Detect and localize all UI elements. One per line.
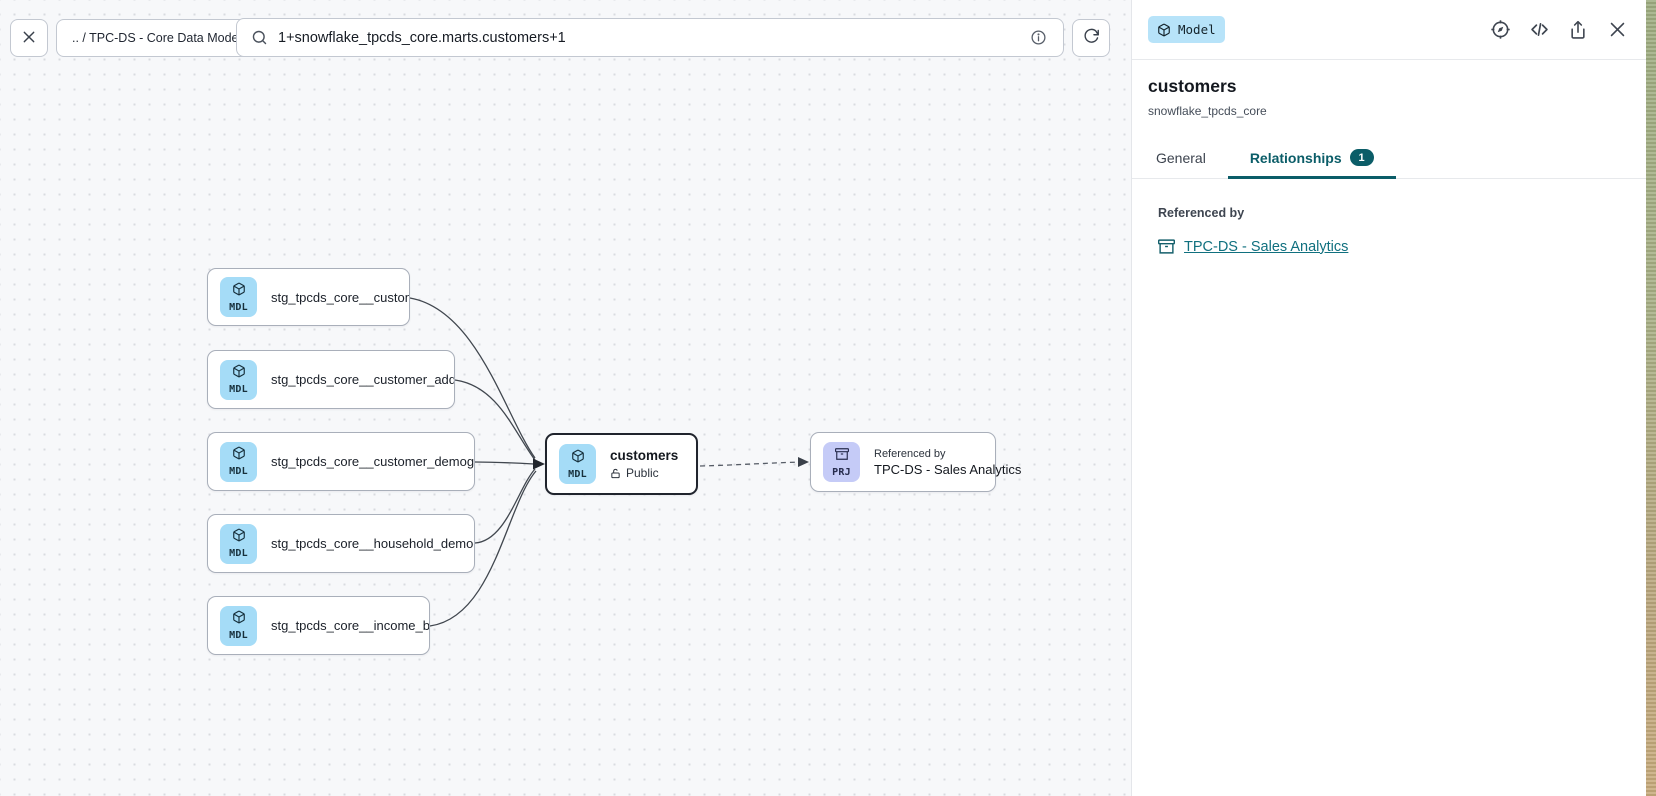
node-stg-tpcds-core-household-demographics[interactable]: MDL stg_tpcds_core__household_demogr… — [207, 514, 475, 573]
share-icon — [1568, 20, 1588, 40]
model-chip: MDL — [220, 360, 257, 400]
compass-explore-icon — [1490, 19, 1511, 40]
model-chip: MDL — [559, 444, 596, 484]
close-panel-button[interactable] — [1606, 19, 1628, 41]
cube-icon — [232, 610, 246, 629]
project-archive-icon — [835, 447, 849, 466]
tab-general[interactable]: General — [1134, 137, 1228, 178]
model-chip: MDL — [220, 606, 257, 646]
referenced-by-project-link[interactable]: TPC-DS - Sales Analytics — [1184, 239, 1348, 255]
cube-icon — [571, 449, 585, 468]
breadcrumb-label: .. / TPC-DS - Core Data Models — [72, 31, 248, 45]
node-label: stg_tpcds_core__household_demogr… — [271, 536, 474, 551]
page-title: customers — [1148, 76, 1630, 97]
close-icon — [1608, 20, 1627, 39]
unlock-icon — [610, 468, 621, 479]
info-icon[interactable] — [1027, 27, 1049, 49]
model-chip-label: MDL — [229, 384, 248, 395]
panel-tabs: General Relationships 1 — [1132, 137, 1646, 179]
access-row: Public — [610, 466, 678, 480]
node-label: stg_tpcds_core__customer_demogra… — [271, 454, 474, 469]
code-icon — [1529, 19, 1550, 40]
panel-header: Model — [1132, 0, 1646, 60]
refresh-icon — [1083, 28, 1100, 48]
model-chip-label: MDL — [229, 630, 248, 641]
model-chip-label: MDL — [229, 548, 248, 559]
model-chip-label: MDL — [229, 466, 248, 477]
node-label: stg_tpcds_core__customer — [271, 290, 409, 305]
close-lineage-button[interactable] — [10, 19, 48, 57]
access-label: Public — [626, 466, 659, 480]
lineage-search — [236, 18, 1064, 57]
referenced-by-section: Referenced by TPC-DS - Sales Analytics — [1132, 179, 1646, 255]
model-chip: MDL — [220, 524, 257, 564]
tab-relationships-label: Relationships — [1250, 150, 1342, 166]
lineage-canvas[interactable]: .. / TPC-DS - Core Data Models MDL stg_t… — [0, 0, 1131, 796]
edge-customer-demographics — [475, 462, 534, 464]
project-chip: PRJ — [823, 442, 860, 482]
node-label: customers — [610, 448, 678, 463]
project-archive-icon — [1158, 238, 1175, 255]
model-type-badge: Model — [1148, 16, 1225, 43]
node-body: customers Public — [610, 448, 678, 480]
node-stg-tpcds-core-customer-demographics[interactable]: MDL stg_tpcds_core__customer_demogra… — [207, 432, 475, 491]
model-chip-label: MDL — [568, 469, 587, 480]
tab-general-label: General — [1156, 150, 1206, 166]
node-body: Referenced by TPC-DS - Sales Analytics — [874, 448, 1021, 477]
cube-icon — [232, 446, 246, 465]
edge-downstream-dashed — [700, 462, 802, 466]
panel-titlebox: customers snowflake_tpcds_core — [1132, 60, 1646, 118]
view-code-button[interactable] — [1528, 19, 1550, 41]
tab-relationships[interactable]: Relationships 1 — [1228, 137, 1396, 178]
close-icon — [21, 29, 37, 48]
referenced-by-label: Referenced by — [1158, 206, 1630, 220]
model-chip-label: MDL — [229, 302, 248, 313]
node-label: stg_tpcds_core__income_band — [271, 618, 429, 633]
node-project-tpcds-sales-analytics[interactable]: PRJ Referenced by TPC-DS - Sales Analyti… — [810, 432, 996, 492]
cube-icon — [232, 282, 246, 301]
lineage-edges — [0, 0, 1131, 796]
referenced-by-item: TPC-DS - Sales Analytics — [1158, 238, 1630, 255]
relationships-count-badge: 1 — [1350, 149, 1374, 166]
desktop-wallpaper-edge — [1646, 0, 1656, 796]
cube-icon — [1157, 23, 1171, 37]
model-chip: MDL — [220, 277, 257, 317]
refresh-lineage-button[interactable] — [1072, 19, 1110, 57]
node-label: stg_tpcds_core__customer_address — [271, 372, 454, 387]
model-chip: MDL — [220, 442, 257, 482]
node-stg-tpcds-core-customer[interactable]: MDL stg_tpcds_core__customer — [207, 268, 410, 326]
cube-icon — [232, 364, 246, 383]
cube-icon — [232, 528, 246, 547]
panel-header-actions — [1489, 19, 1628, 41]
model-type-badge-label: Model — [1178, 22, 1216, 37]
search-icon — [251, 29, 268, 46]
node-stg-tpcds-core-income-band[interactable]: MDL stg_tpcds_core__income_band — [207, 596, 430, 655]
details-panel: Model customers snowflake_tpcds_core Gen… — [1131, 0, 1646, 796]
breadcrumb[interactable]: .. / TPC-DS - Core Data Models — [56, 19, 264, 57]
edge-household-demographics — [475, 469, 535, 543]
package-name: snowflake_tpcds_core — [1148, 104, 1630, 118]
node-stg-tpcds-core-customer-address[interactable]: MDL stg_tpcds_core__customer_address — [207, 350, 455, 409]
node-eyebrow: Referenced by — [874, 448, 1021, 460]
explore-lineage-button[interactable] — [1489, 19, 1511, 41]
edge-arrowhead — [533, 459, 545, 470]
node-customers-selected[interactable]: MDL customers Public — [545, 433, 698, 495]
share-button[interactable] — [1567, 19, 1589, 41]
edge-downstream-arrowhead — [798, 457, 809, 467]
project-chip-label: PRJ — [832, 467, 851, 478]
node-label: TPC-DS - Sales Analytics — [874, 462, 1021, 477]
search-input[interactable] — [278, 30, 1017, 46]
